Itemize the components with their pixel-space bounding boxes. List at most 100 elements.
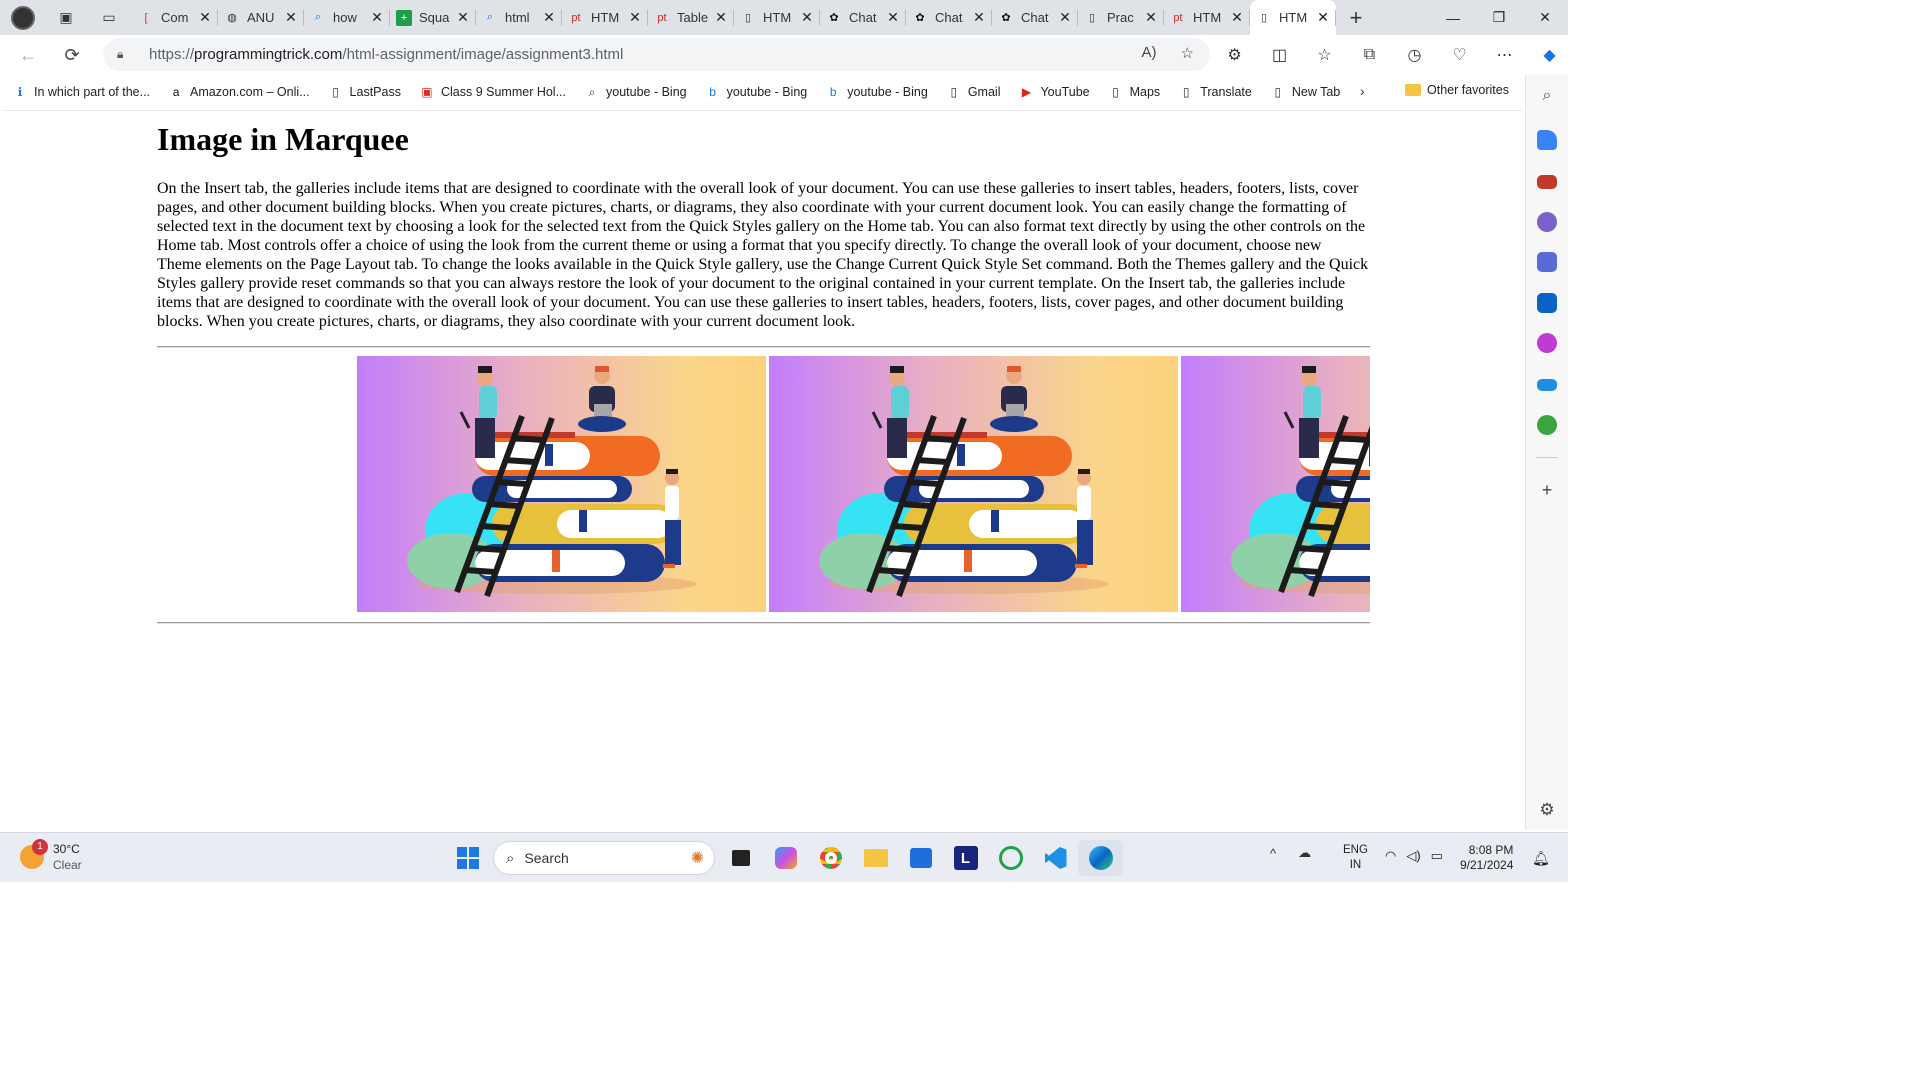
favorite-link[interactable]: ▯ Translate [1178,85,1252,100]
favorite-link[interactable]: ▣ Class 9 Summer Hol... [419,85,566,100]
tab[interactable]: ◍ ANU ✕ [218,0,304,35]
outlook-icon[interactable] [1537,293,1557,313]
shopping-tag-icon[interactable] [1537,130,1557,150]
refresh-button[interactable]: ⟳ [50,35,94,75]
toolbox-icon[interactable] [1537,175,1557,189]
close-tab-icon[interactable]: ✕ [1058,9,1072,26]
chrome-icon[interactable] [808,840,853,876]
tab[interactable]: ⌕ how ✕ [304,0,390,35]
designer-icon[interactable] [1537,333,1557,353]
notification-bell-icon[interactable]: 🔔︎ [1532,850,1550,867]
close-tab-icon[interactable]: ✕ [198,9,212,26]
extensions-icon[interactable]: ⚙ [1212,45,1257,65]
favorite-link[interactable]: ℹ In which part of the... [12,85,150,100]
tab[interactable]: ⌕ html ✕ [476,0,562,35]
volume-icon[interactable]: ◁) [1406,848,1420,864]
favorite-link[interactable]: b youtube - Bing [825,85,928,100]
tree-icon[interactable] [1537,415,1557,435]
l-app-icon[interactable]: L [943,840,988,876]
close-tab-icon[interactable]: ✕ [456,9,470,26]
edge-icon[interactable] [1078,840,1123,876]
minimize-button[interactable]: — [1430,0,1476,35]
tab[interactable]: [Com ✕ [132,0,218,35]
favorite-link[interactable]: ▯ New Tab [1270,85,1341,100]
microsoft-365-icon[interactable] [1537,252,1557,272]
restore-button[interactable]: ❐ [1476,0,1522,35]
tab[interactable]: pt HTM ✕ [562,0,648,35]
close-tab-icon[interactable]: ✕ [628,9,642,26]
start-button[interactable] [445,840,490,876]
browser-essentials-icon[interactable]: ♡ [1437,45,1482,65]
close-tab-icon[interactable]: ✕ [1316,9,1330,26]
profile-avatar[interactable] [0,0,46,35]
favorite-link[interactable]: ▯ LastPass [328,85,401,100]
tab[interactable]: ▯ HTM ✕ [734,0,820,35]
tab[interactable]: pt HTM ✕ [1164,0,1250,35]
close-tab-icon[interactable]: ✕ [284,9,298,26]
collections-icon[interactable]: ⧉ [1347,46,1392,64]
bottom-rule [157,622,1370,624]
close-tab-icon[interactable]: ✕ [370,9,384,26]
copilot-icon[interactable]: ◆ [1527,45,1572,65]
add-sidebar-app-icon[interactable]: + [1537,480,1557,500]
close-tab-icon[interactable]: ✕ [886,9,900,26]
onedrive-cloud-icon[interactable]: ☁ [1298,845,1311,861]
vertical-tabs-icon[interactable]: ▭ [86,0,132,35]
chevron-up-icon[interactable]: ^ [1270,846,1276,861]
wifi-icon[interactable]: ◠ [1385,848,1396,864]
favorite-link[interactable]: ▶ YouTube [1018,85,1090,100]
favorite-label: In which part of the... [34,85,151,99]
workspaces-icon[interactable]: ▣ [46,0,86,35]
split-screen-icon[interactable]: ◫ [1257,45,1302,65]
close-tab-icon[interactable]: ✕ [542,9,556,26]
tab[interactable]: ✿ Chat ✕ [992,0,1078,35]
favorite-star-icon[interactable]: ☆ [1181,44,1194,62]
close-tab-icon[interactable]: ✕ [1230,9,1244,26]
copilot-app-icon[interactable] [763,840,808,876]
tab[interactable]: ✿ Chat ✕ [906,0,992,35]
close-tab-icon[interactable]: ✕ [1144,9,1158,26]
vscode-icon[interactable] [1033,840,1078,876]
other-favorites-folder[interactable]: Other favorites [1405,83,1509,97]
favorite-link[interactable]: ⌕ youtube - Bing [584,85,687,100]
tab[interactable]: ▯ HTM ✕ [1250,0,1336,35]
file-explorer-icon[interactable] [853,840,898,876]
search-icon: ⌕ [314,11,322,23]
tab[interactable]: ▯ Prac ✕ [1078,0,1164,35]
close-window-button[interactable]: ✕ [1522,0,1568,35]
taskbar-search[interactable]: ⌕ Search ✺ [493,841,715,875]
clock[interactable]: 8:08 PM 9/21/2024 [1460,843,1513,873]
url-text[interactable]: https://programmingtrick.com/html-assign… [149,46,623,63]
tab[interactable]: pt Table ✕ [648,0,734,35]
lock-icon[interactable]: 🔒︎ [117,47,139,62]
more-options-icon[interactable]: ⋯ [1482,45,1527,65]
task-view-icon[interactable] [718,840,763,876]
new-tab-button[interactable]: + [1336,5,1376,31]
weather-widget[interactable]: 1 30°C Clear [20,839,82,873]
page-icon: ▯ [1274,85,1282,99]
language-indicator[interactable]: ENG IN [1343,843,1368,873]
chevron-right-icon[interactable]: › [1360,83,1365,99]
address-bar[interactable]: 🔒︎ https://programmingtrick.com/html-ass… [103,38,1210,71]
favorites-icon[interactable]: ☆ [1302,45,1347,65]
whatsapp-icon[interactable] [988,840,1033,876]
settings-gear-icon[interactable]: ⚙ [1537,800,1557,820]
battery-icon[interactable]: ▭ [1431,848,1443,864]
back-button[interactable]: ← [6,35,50,75]
search-icon[interactable]: ⌕ [1537,87,1557,107]
history-icon[interactable]: ◷ [1392,45,1437,65]
read-aloud-icon[interactable]: A) [1142,44,1157,62]
tab-title: Chat [935,10,963,25]
tab[interactable]: ✿ Chat ✕ [820,0,906,35]
favorite-link[interactable]: ▯ Maps [1108,85,1160,100]
microsoft-store-icon[interactable] [898,840,943,876]
games-icon[interactable] [1537,212,1557,232]
tab[interactable]: + Squa ✕ [390,0,476,35]
send-icon[interactable] [1537,379,1557,391]
close-tab-icon[interactable]: ✕ [800,9,814,26]
close-tab-icon[interactable]: ✕ [972,9,986,26]
close-tab-icon[interactable]: ✕ [714,9,728,26]
favorite-link[interactable]: a Amazon.com – Onli... [168,85,310,100]
favorite-link[interactable]: b youtube - Bing [705,85,807,100]
favorite-link[interactable]: ▯ Gmail [946,85,1001,100]
